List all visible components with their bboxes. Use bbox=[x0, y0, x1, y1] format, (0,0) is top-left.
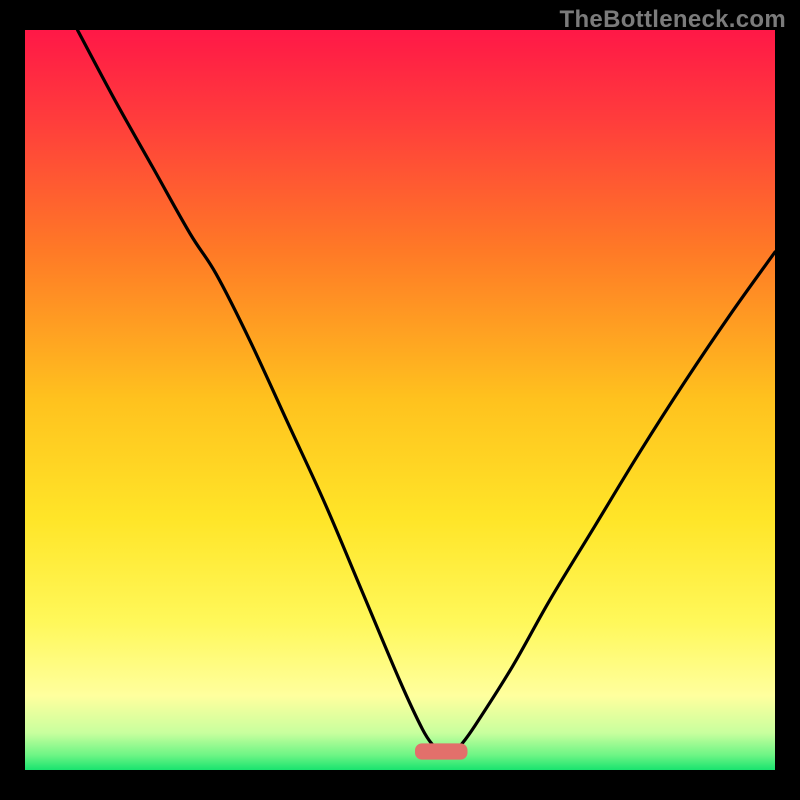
bottleneck-chart bbox=[0, 0, 800, 800]
watermark-text: TheBottleneck.com bbox=[560, 6, 786, 34]
optimal-marker bbox=[415, 743, 468, 759]
